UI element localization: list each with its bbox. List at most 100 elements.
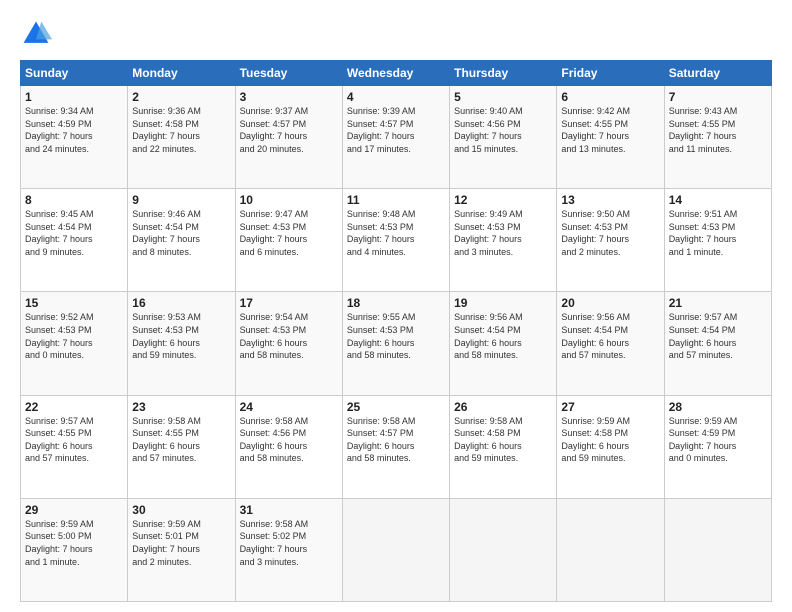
- day-number: 22: [25, 400, 123, 414]
- day-number: 28: [669, 400, 767, 414]
- calendar-day-cell: 23Sunrise: 9:58 AMSunset: 4:55 PMDayligh…: [128, 395, 235, 498]
- calendar-day-cell: 17Sunrise: 9:54 AMSunset: 4:53 PMDayligh…: [235, 292, 342, 395]
- day-info: Sunrise: 9:42 AMSunset: 4:55 PMDaylight:…: [561, 105, 659, 155]
- calendar-day-cell: 10Sunrise: 9:47 AMSunset: 4:53 PMDayligh…: [235, 189, 342, 292]
- day-info: Sunrise: 9:45 AMSunset: 4:54 PMDaylight:…: [25, 208, 123, 258]
- calendar: SundayMondayTuesdayWednesdayThursdayFrid…: [20, 60, 772, 602]
- calendar-day-cell: 20Sunrise: 9:56 AMSunset: 4:54 PMDayligh…: [557, 292, 664, 395]
- calendar-day-cell: 5Sunrise: 9:40 AMSunset: 4:56 PMDaylight…: [450, 86, 557, 189]
- day-number: 30: [132, 503, 230, 517]
- calendar-day-cell: 18Sunrise: 9:55 AMSunset: 4:53 PMDayligh…: [342, 292, 449, 395]
- calendar-weekday-saturday: Saturday: [664, 61, 771, 86]
- day-number: 8: [25, 193, 123, 207]
- day-number: 14: [669, 193, 767, 207]
- day-number: 24: [240, 400, 338, 414]
- day-number: 1: [25, 90, 123, 104]
- calendar-day-cell: 12Sunrise: 9:49 AMSunset: 4:53 PMDayligh…: [450, 189, 557, 292]
- calendar-empty-cell: [450, 498, 557, 601]
- day-number: 16: [132, 296, 230, 310]
- calendar-weekday-friday: Friday: [557, 61, 664, 86]
- calendar-day-cell: 24Sunrise: 9:58 AMSunset: 4:56 PMDayligh…: [235, 395, 342, 498]
- day-info: Sunrise: 9:59 AMSunset: 5:00 PMDaylight:…: [25, 518, 123, 568]
- day-info: Sunrise: 9:56 AMSunset: 4:54 PMDaylight:…: [561, 311, 659, 361]
- day-info: Sunrise: 9:52 AMSunset: 4:53 PMDaylight:…: [25, 311, 123, 361]
- day-info: Sunrise: 9:57 AMSunset: 4:54 PMDaylight:…: [669, 311, 767, 361]
- day-info: Sunrise: 9:57 AMSunset: 4:55 PMDaylight:…: [25, 415, 123, 465]
- calendar-day-cell: 31Sunrise: 9:58 AMSunset: 5:02 PMDayligh…: [235, 498, 342, 601]
- day-info: Sunrise: 9:43 AMSunset: 4:55 PMDaylight:…: [669, 105, 767, 155]
- day-number: 27: [561, 400, 659, 414]
- calendar-weekday-monday: Monday: [128, 61, 235, 86]
- calendar-day-cell: 2Sunrise: 9:36 AMSunset: 4:58 PMDaylight…: [128, 86, 235, 189]
- day-info: Sunrise: 9:34 AMSunset: 4:59 PMDaylight:…: [25, 105, 123, 155]
- day-number: 7: [669, 90, 767, 104]
- calendar-day-cell: 16Sunrise: 9:53 AMSunset: 4:53 PMDayligh…: [128, 292, 235, 395]
- logo-icon: [20, 18, 52, 50]
- calendar-day-cell: 8Sunrise: 9:45 AMSunset: 4:54 PMDaylight…: [21, 189, 128, 292]
- day-info: Sunrise: 9:58 AMSunset: 4:56 PMDaylight:…: [240, 415, 338, 465]
- calendar-week-row: 29Sunrise: 9:59 AMSunset: 5:00 PMDayligh…: [21, 498, 772, 601]
- calendar-day-cell: 7Sunrise: 9:43 AMSunset: 4:55 PMDaylight…: [664, 86, 771, 189]
- day-info: Sunrise: 9:47 AMSunset: 4:53 PMDaylight:…: [240, 208, 338, 258]
- calendar-day-cell: 4Sunrise: 9:39 AMSunset: 4:57 PMDaylight…: [342, 86, 449, 189]
- day-number: 18: [347, 296, 445, 310]
- calendar-week-row: 1Sunrise: 9:34 AMSunset: 4:59 PMDaylight…: [21, 86, 772, 189]
- calendar-day-cell: 3Sunrise: 9:37 AMSunset: 4:57 PMDaylight…: [235, 86, 342, 189]
- day-number: 3: [240, 90, 338, 104]
- calendar-empty-cell: [664, 498, 771, 601]
- day-info: Sunrise: 9:36 AMSunset: 4:58 PMDaylight:…: [132, 105, 230, 155]
- day-number: 11: [347, 193, 445, 207]
- calendar-day-cell: 28Sunrise: 9:59 AMSunset: 4:59 PMDayligh…: [664, 395, 771, 498]
- calendar-day-cell: 13Sunrise: 9:50 AMSunset: 4:53 PMDayligh…: [557, 189, 664, 292]
- day-number: 9: [132, 193, 230, 207]
- calendar-day-cell: 9Sunrise: 9:46 AMSunset: 4:54 PMDaylight…: [128, 189, 235, 292]
- day-info: Sunrise: 9:39 AMSunset: 4:57 PMDaylight:…: [347, 105, 445, 155]
- day-number: 19: [454, 296, 552, 310]
- calendar-weekday-wednesday: Wednesday: [342, 61, 449, 86]
- day-info: Sunrise: 9:49 AMSunset: 4:53 PMDaylight:…: [454, 208, 552, 258]
- calendar-empty-cell: [342, 498, 449, 601]
- calendar-day-cell: 14Sunrise: 9:51 AMSunset: 4:53 PMDayligh…: [664, 189, 771, 292]
- day-info: Sunrise: 9:58 AMSunset: 4:58 PMDaylight:…: [454, 415, 552, 465]
- calendar-day-cell: 27Sunrise: 9:59 AMSunset: 4:58 PMDayligh…: [557, 395, 664, 498]
- day-number: 26: [454, 400, 552, 414]
- header: [20, 18, 772, 50]
- day-number: 13: [561, 193, 659, 207]
- calendar-weekday-thursday: Thursday: [450, 61, 557, 86]
- page: SundayMondayTuesdayWednesdayThursdayFrid…: [0, 0, 792, 612]
- day-info: Sunrise: 9:46 AMSunset: 4:54 PMDaylight:…: [132, 208, 230, 258]
- day-info: Sunrise: 9:51 AMSunset: 4:53 PMDaylight:…: [669, 208, 767, 258]
- calendar-day-cell: 15Sunrise: 9:52 AMSunset: 4:53 PMDayligh…: [21, 292, 128, 395]
- calendar-day-cell: 11Sunrise: 9:48 AMSunset: 4:53 PMDayligh…: [342, 189, 449, 292]
- day-info: Sunrise: 9:50 AMSunset: 4:53 PMDaylight:…: [561, 208, 659, 258]
- day-info: Sunrise: 9:59 AMSunset: 4:58 PMDaylight:…: [561, 415, 659, 465]
- day-number: 23: [132, 400, 230, 414]
- day-number: 5: [454, 90, 552, 104]
- day-info: Sunrise: 9:53 AMSunset: 4:53 PMDaylight:…: [132, 311, 230, 361]
- day-number: 6: [561, 90, 659, 104]
- day-info: Sunrise: 9:54 AMSunset: 4:53 PMDaylight:…: [240, 311, 338, 361]
- calendar-day-cell: 25Sunrise: 9:58 AMSunset: 4:57 PMDayligh…: [342, 395, 449, 498]
- calendar-empty-cell: [557, 498, 664, 601]
- day-number: 12: [454, 193, 552, 207]
- day-number: 20: [561, 296, 659, 310]
- day-info: Sunrise: 9:48 AMSunset: 4:53 PMDaylight:…: [347, 208, 445, 258]
- day-info: Sunrise: 9:56 AMSunset: 4:54 PMDaylight:…: [454, 311, 552, 361]
- day-number: 4: [347, 90, 445, 104]
- day-info: Sunrise: 9:40 AMSunset: 4:56 PMDaylight:…: [454, 105, 552, 155]
- calendar-weekday-tuesday: Tuesday: [235, 61, 342, 86]
- day-number: 2: [132, 90, 230, 104]
- calendar-day-cell: 22Sunrise: 9:57 AMSunset: 4:55 PMDayligh…: [21, 395, 128, 498]
- calendar-week-row: 22Sunrise: 9:57 AMSunset: 4:55 PMDayligh…: [21, 395, 772, 498]
- calendar-week-row: 8Sunrise: 9:45 AMSunset: 4:54 PMDaylight…: [21, 189, 772, 292]
- day-number: 21: [669, 296, 767, 310]
- calendar-day-cell: 1Sunrise: 9:34 AMSunset: 4:59 PMDaylight…: [21, 86, 128, 189]
- day-info: Sunrise: 9:37 AMSunset: 4:57 PMDaylight:…: [240, 105, 338, 155]
- day-info: Sunrise: 9:59 AMSunset: 5:01 PMDaylight:…: [132, 518, 230, 568]
- day-number: 29: [25, 503, 123, 517]
- calendar-weekday-sunday: Sunday: [21, 61, 128, 86]
- day-info: Sunrise: 9:58 AMSunset: 4:57 PMDaylight:…: [347, 415, 445, 465]
- calendar-day-cell: 19Sunrise: 9:56 AMSunset: 4:54 PMDayligh…: [450, 292, 557, 395]
- day-number: 31: [240, 503, 338, 517]
- day-number: 17: [240, 296, 338, 310]
